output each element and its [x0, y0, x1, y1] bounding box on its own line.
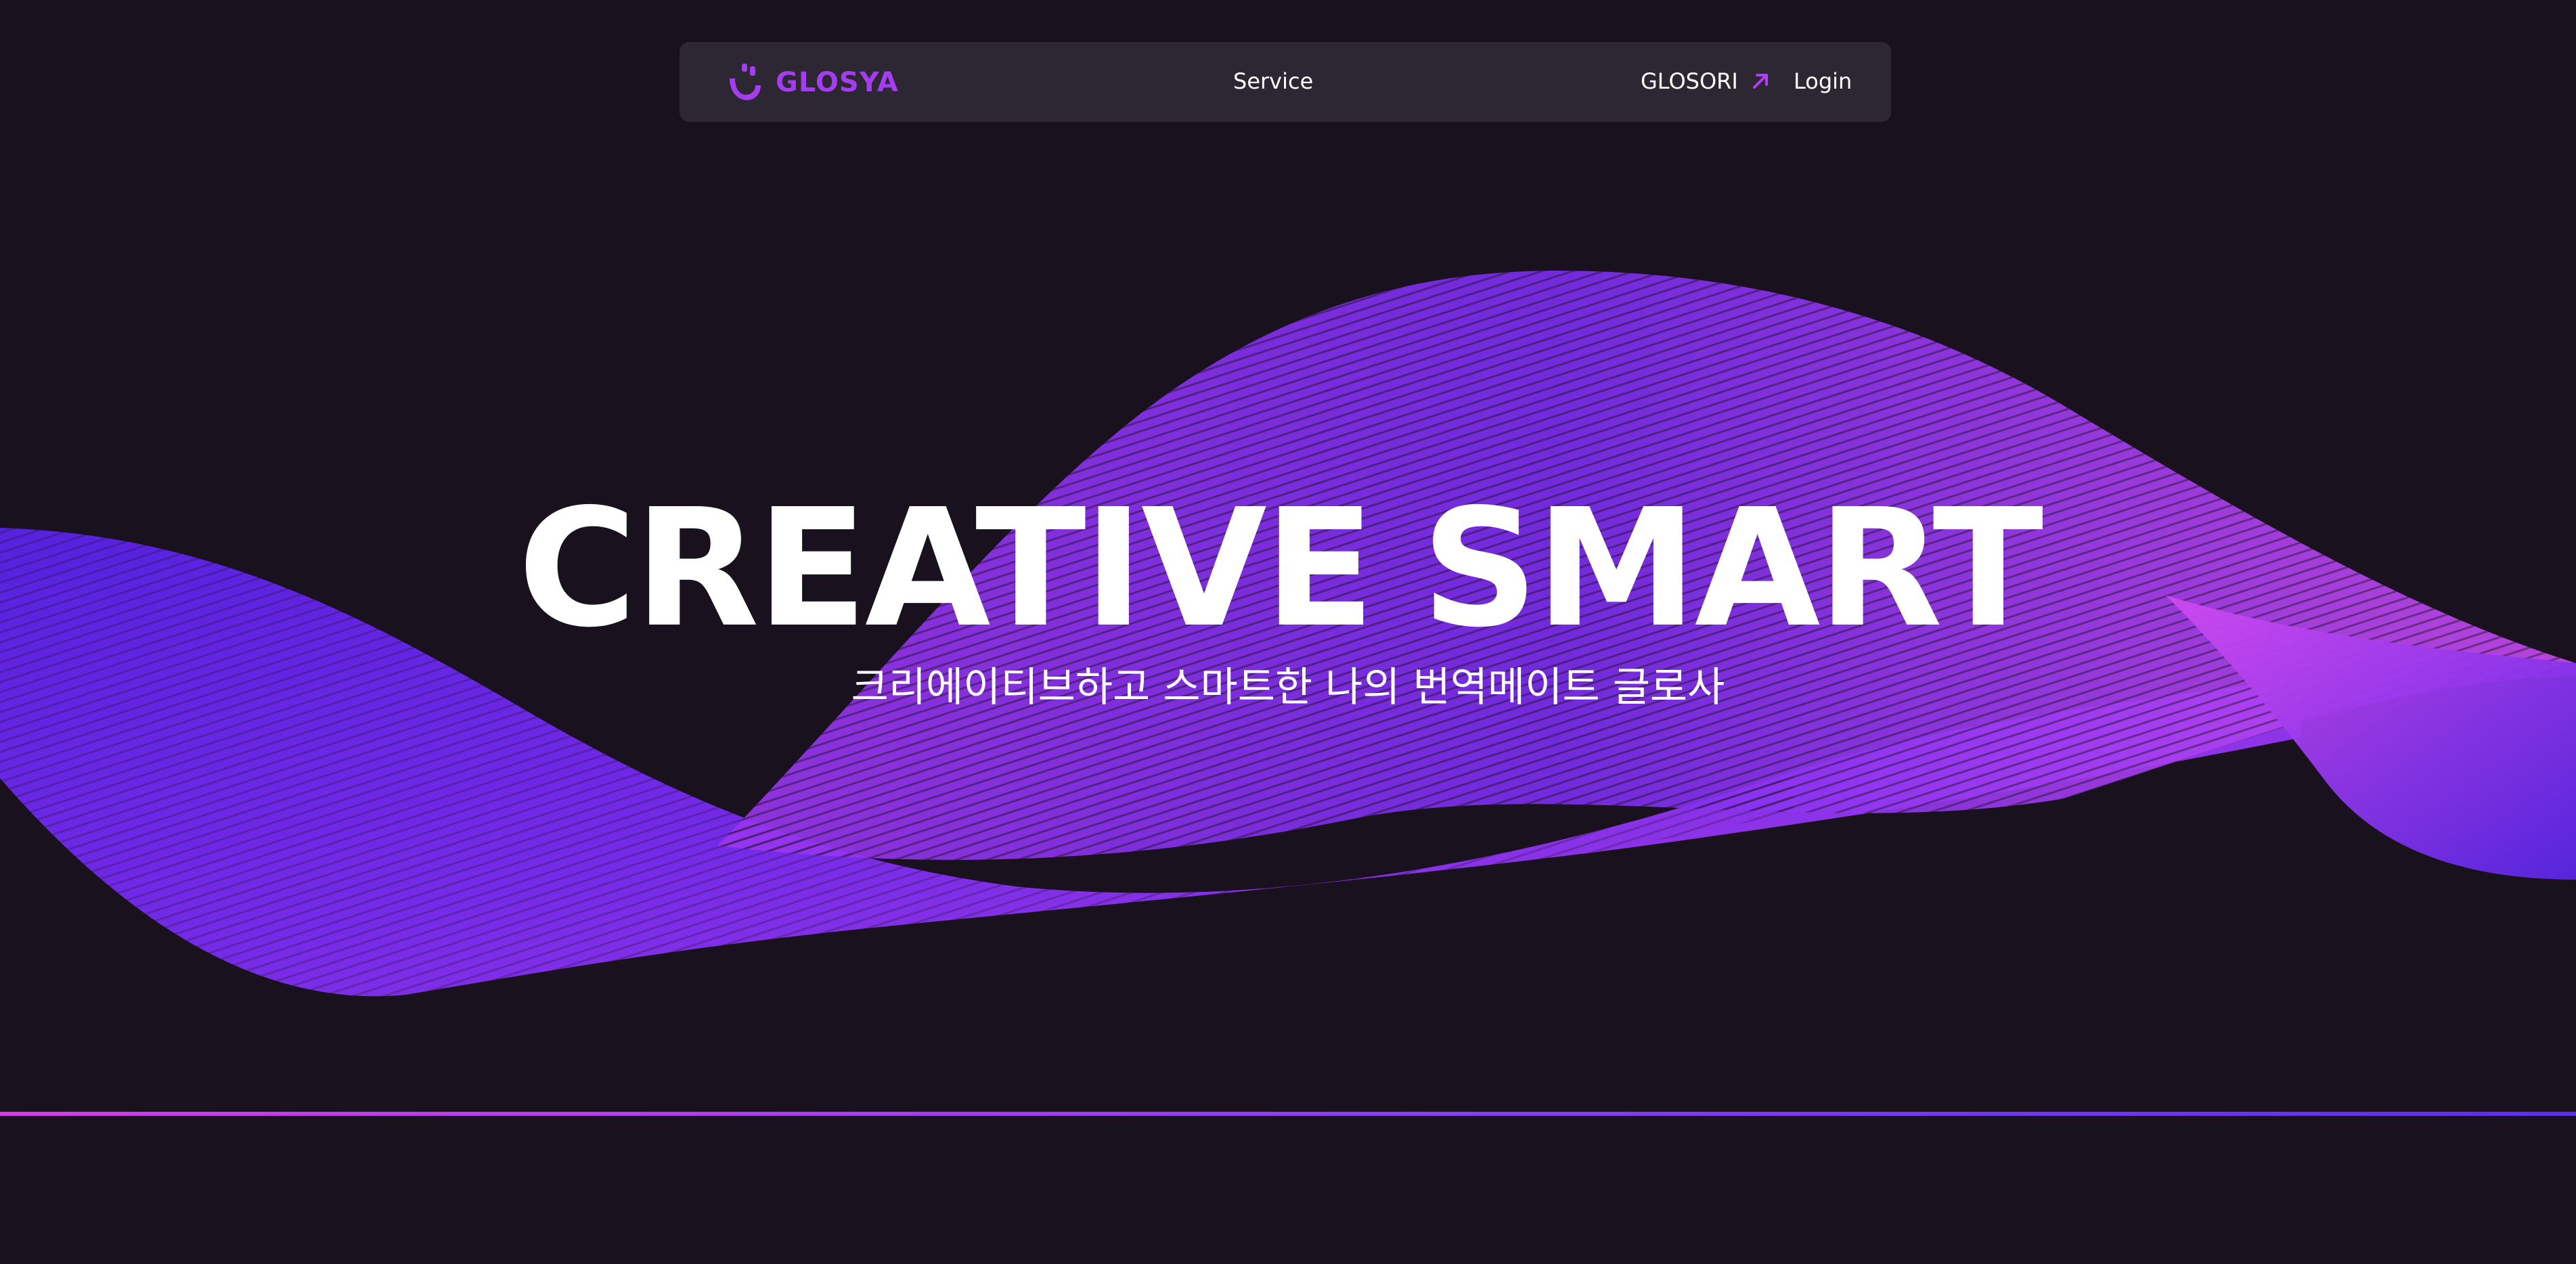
gradient-divider — [0, 1112, 2576, 1116]
brand-name: GLOSYA — [776, 67, 899, 98]
hero-subtitle: 크리에이티브하고 스마트한 나의 번역메이트 글로사 — [851, 664, 1725, 711]
nav-service-link[interactable]: Service — [1233, 68, 1313, 95]
hero-word-smart: SMART — [1421, 474, 2043, 663]
smile-logo-icon — [730, 64, 761, 100]
landing-page: GLOSYA Service GLOSORI Login CREATIVE SM… — [0, 0, 2576, 1264]
hero-word-creative: CREATIVE — [518, 474, 1375, 663]
top-navbar: GLOSYA Service GLOSORI Login — [680, 42, 1891, 122]
nav-glosori-label: GLOSORI — [1641, 68, 1738, 94]
nav-login-link[interactable]: Login — [1794, 68, 1852, 95]
nav-glosori-link[interactable]: GLOSORI — [1641, 68, 1771, 95]
brand-logo[interactable]: GLOSYA — [727, 61, 899, 104]
external-arrow-icon — [1752, 74, 1768, 89]
hero-title: CREATIVE SMART — [0, 487, 2576, 650]
